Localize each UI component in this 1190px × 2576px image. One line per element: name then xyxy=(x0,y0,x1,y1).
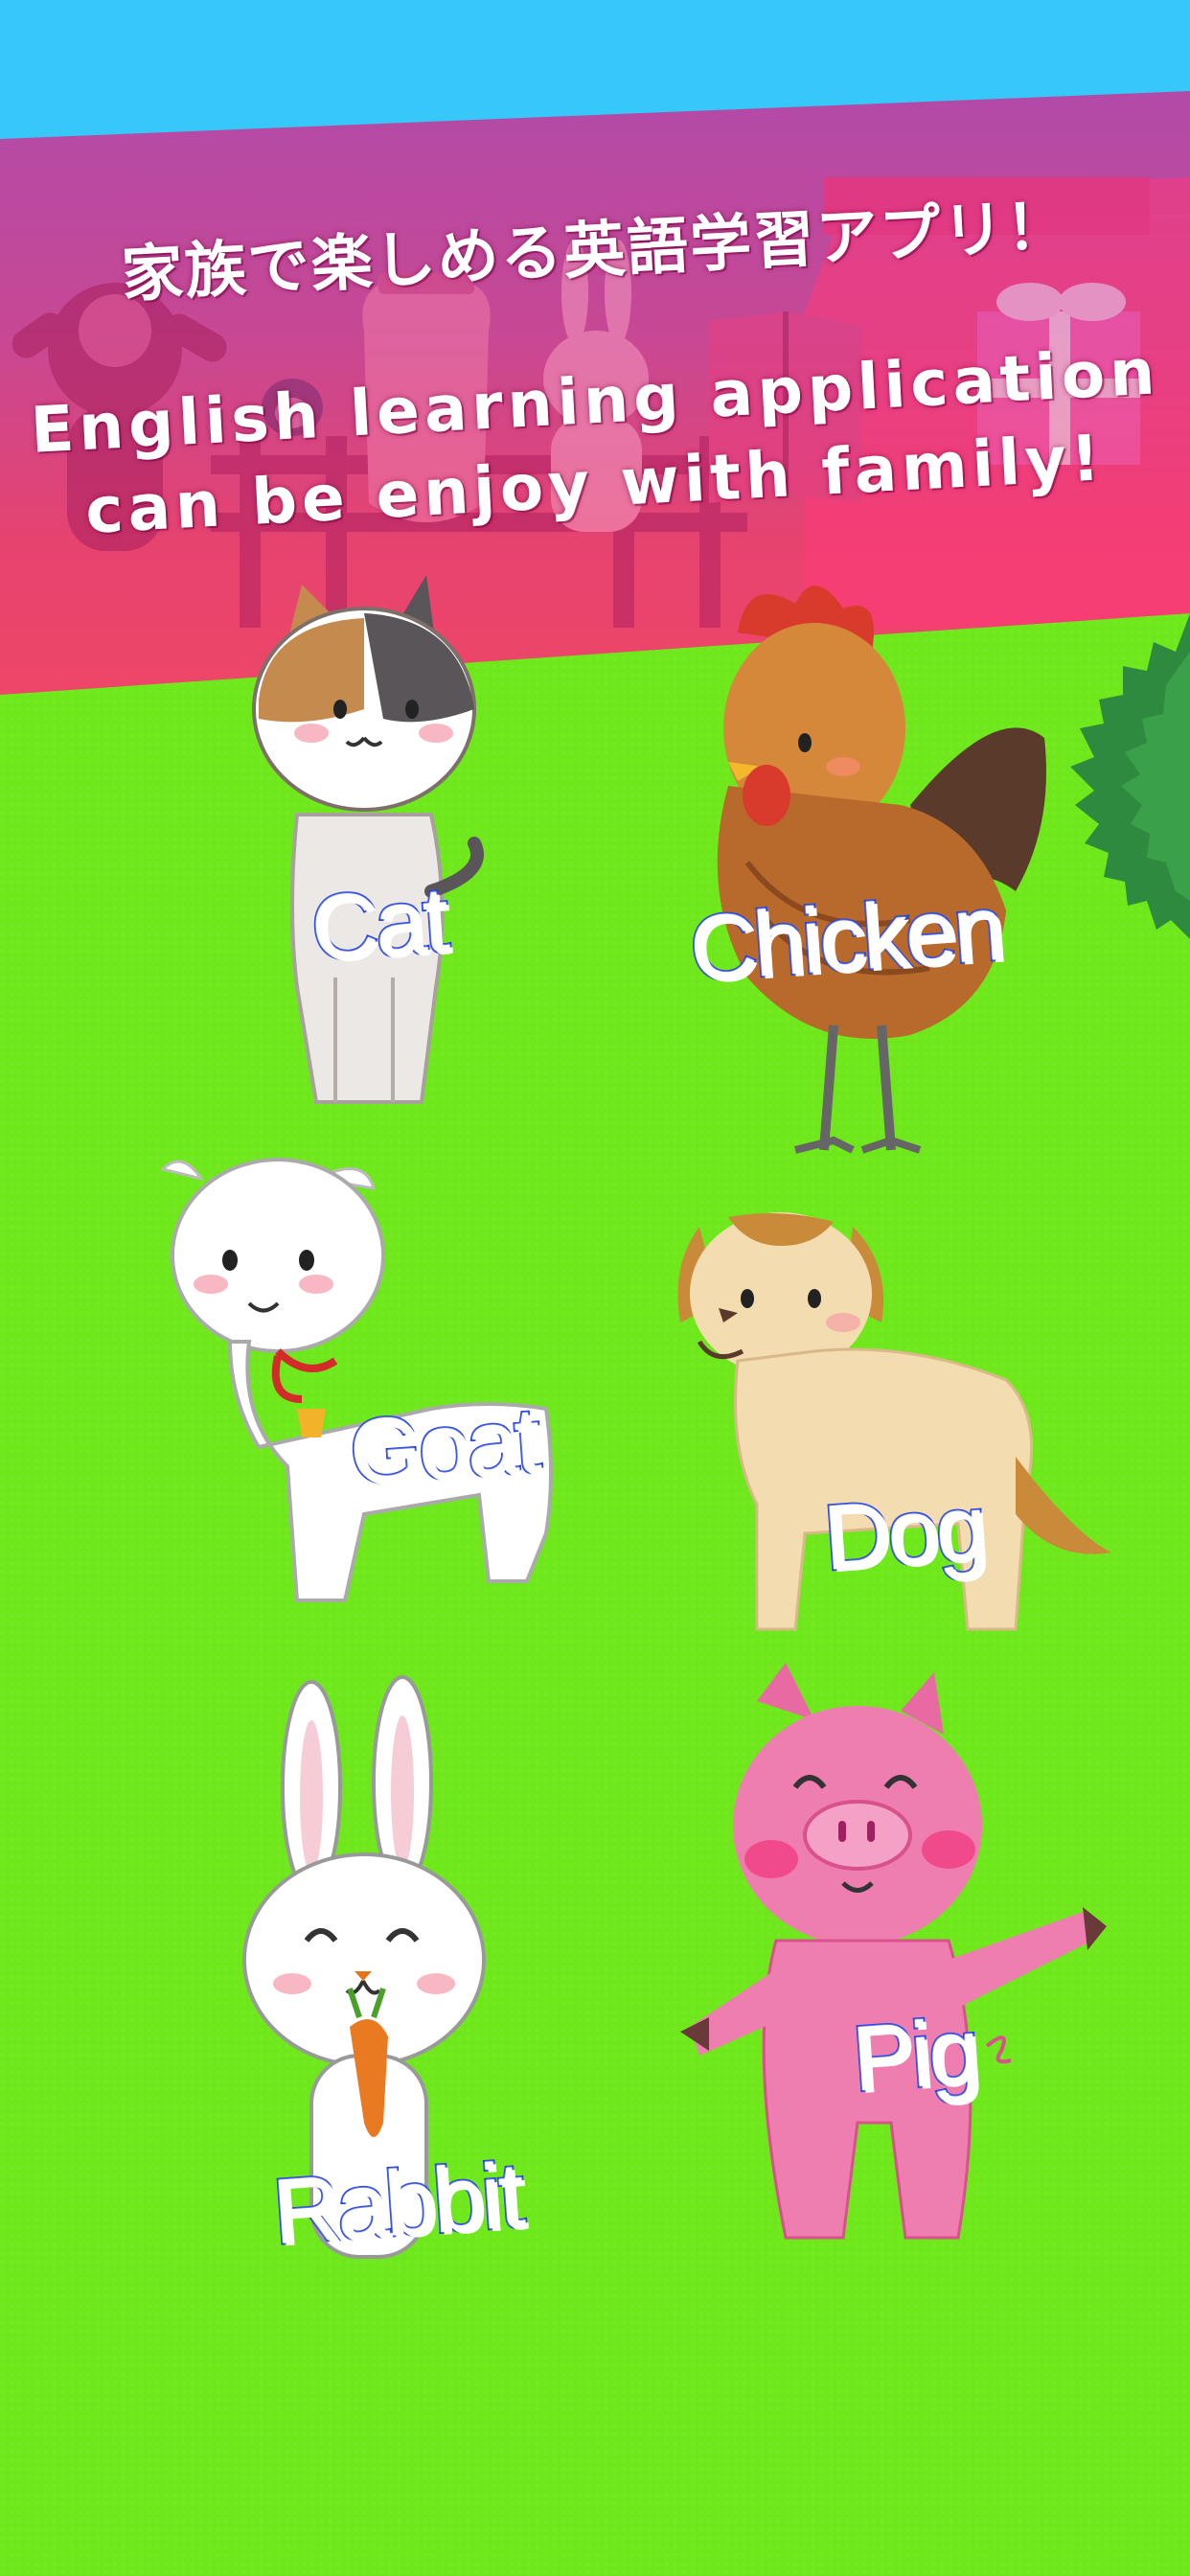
pig-illustration xyxy=(680,1663,1107,2240)
cat-illustration xyxy=(252,575,484,1104)
chicken-card[interactable] xyxy=(690,575,1054,1169)
cat-label: Cat xyxy=(306,866,451,982)
chicken-illustration xyxy=(717,586,1046,1154)
pig-label: Pig xyxy=(847,1998,982,2113)
goat-illustration xyxy=(160,1158,553,1602)
chicken-label: Chicken xyxy=(685,875,1007,1002)
rabbit-label: Rabbit xyxy=(268,2142,527,2266)
dog-label: Dog xyxy=(818,1474,989,1591)
goat-card[interactable] xyxy=(144,1150,613,1629)
goat-label: Goat xyxy=(344,1387,542,1506)
pig-card[interactable] xyxy=(680,1663,1107,2276)
cat-card[interactable] xyxy=(230,565,498,1121)
